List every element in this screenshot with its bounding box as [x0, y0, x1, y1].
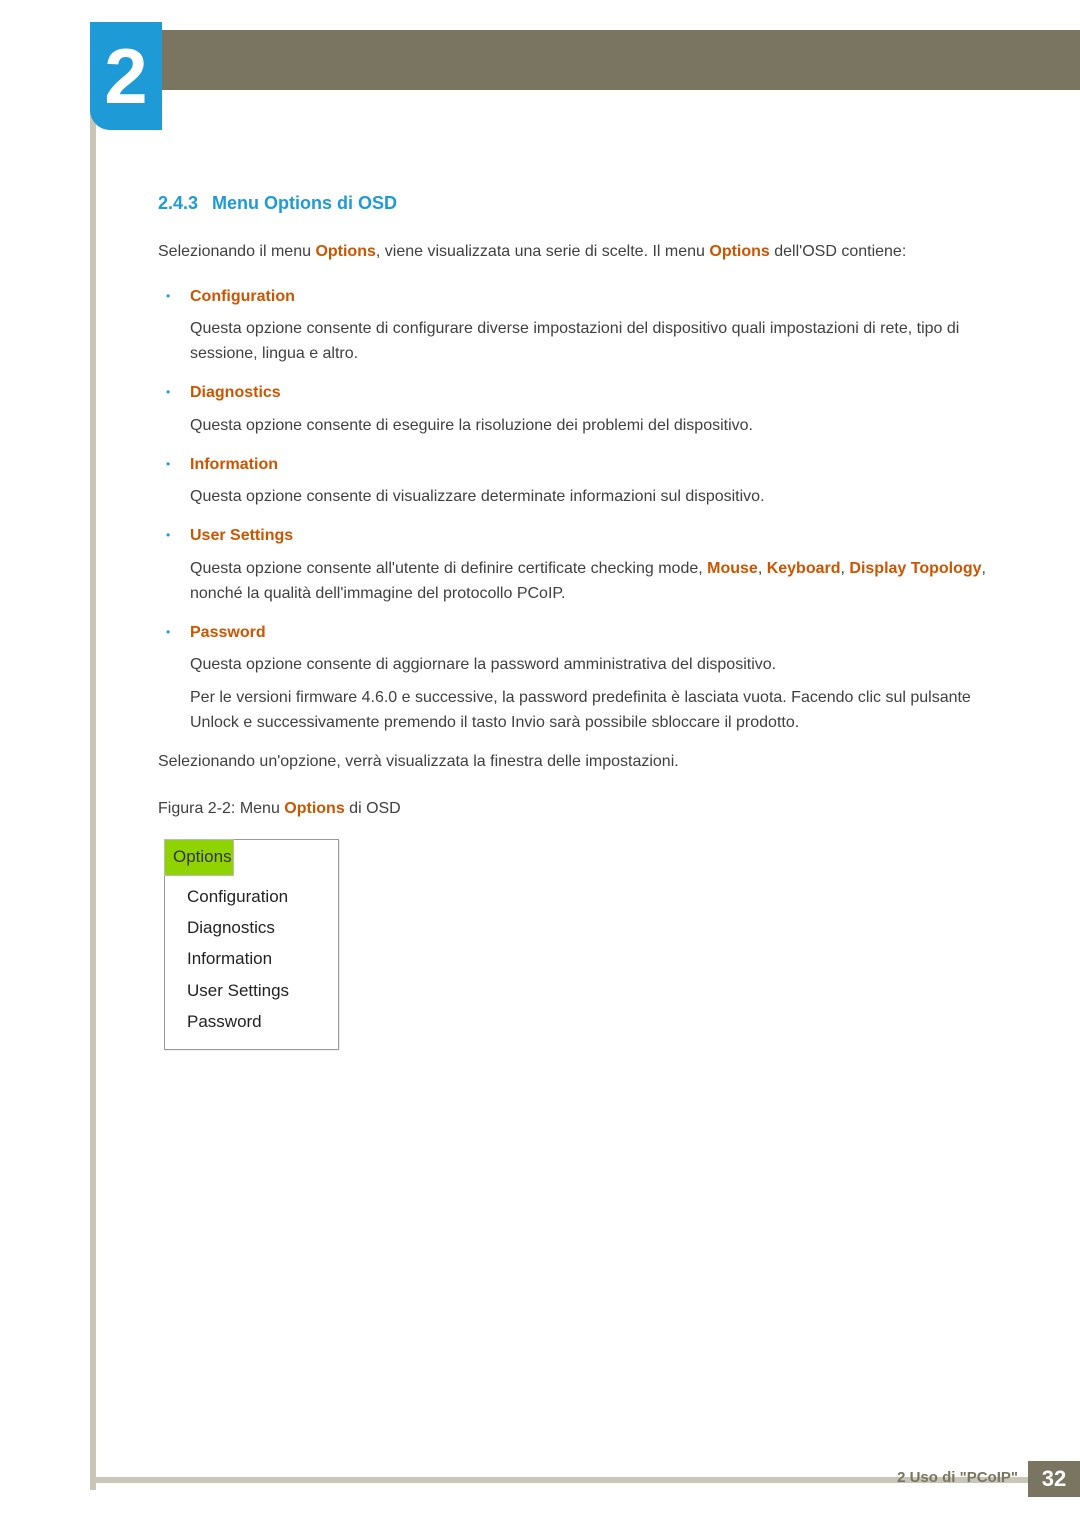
- chapter-number: 2: [104, 31, 147, 122]
- bullet-title: User Settings: [190, 524, 990, 549]
- chapter-tab: 2: [90, 22, 162, 130]
- menu-item-user-settings: User Settings: [165, 976, 338, 1007]
- menu-item-password: Password: [165, 1007, 338, 1038]
- left-stripe: [90, 30, 96, 1490]
- bullet-title: Diagnostics: [190, 381, 990, 406]
- us-pre: Questa opzione consente all'utente di de…: [190, 560, 707, 577]
- options-menu-figure: Options Configuration Diagnostics Inform…: [164, 839, 339, 1049]
- us-keyboard: Keyboard: [767, 560, 841, 577]
- footer-page-block: 32: [1028, 1461, 1080, 1497]
- us-mouse: Mouse: [707, 560, 758, 577]
- us-sep1: ,: [758, 560, 767, 577]
- intro-mid: , viene visualizzata una serie di scelte…: [376, 243, 710, 260]
- intro-paragraph: Selezionando il menu Options, viene visu…: [158, 240, 990, 265]
- section-number: 2.4.3: [158, 193, 198, 213]
- menu-header: Options: [164, 839, 234, 875]
- bullet-diagnostics: Diagnostics Questa opzione consente di e…: [158, 381, 990, 439]
- bullet-desc: Questa opzione consente di configurare d…: [190, 317, 990, 367]
- bullet-desc: Questa opzione consente di visualizzare …: [190, 485, 990, 510]
- figcap-post: di OSD: [345, 800, 401, 817]
- us-display-topology: Display Topology: [849, 560, 981, 577]
- bullet-information: Information Questa opzione consente di v…: [158, 453, 990, 511]
- menu-item-information: Information: [165, 944, 338, 975]
- bullet-configuration: Configuration Questa opzione consente di…: [158, 285, 990, 367]
- intro-options-1: Options: [315, 243, 375, 260]
- chapter-title: Uso di "PCoIP": [195, 40, 412, 74]
- menu-item-configuration: Configuration: [165, 882, 338, 913]
- bullet-title: Information: [190, 453, 990, 478]
- bullet-desc: Questa opzione consente di eseguire la r…: [190, 414, 990, 439]
- bullet-desc: Questa opzione consente all'utente di de…: [190, 557, 990, 607]
- bullet-title: Configuration: [190, 285, 990, 310]
- figcap-orange: Options: [284, 800, 344, 817]
- section-heading: 2.4.3 Menu Options di OSD: [158, 190, 990, 218]
- figure-caption: Figura 2-2: Menu Options di OSD: [158, 797, 990, 822]
- intro-pre: Selezionando il menu: [158, 243, 315, 260]
- bullet-user-settings: User Settings Questa opzione consente al…: [158, 524, 990, 606]
- footer: 2 Uso di "PCoIP" 32: [0, 1461, 1080, 1497]
- bullet-password: Password Questa opzione consente di aggi…: [158, 621, 990, 736]
- intro-post: dell'OSD contiene:: [770, 243, 906, 260]
- bullet-list: Configuration Questa opzione consente di…: [158, 285, 990, 736]
- bullet-desc-2: Per le versioni firmware 4.6.0 e success…: [190, 686, 990, 736]
- bullet-desc: Questa opzione consente di aggiornare la…: [190, 653, 990, 678]
- footer-page-number: 32: [1042, 1466, 1066, 1492]
- figcap-pre: Figura 2-2: Menu: [158, 800, 284, 817]
- content-area: 2.4.3 Menu Options di OSD Selezionando il…: [158, 190, 990, 1050]
- intro-options-2: Options: [709, 243, 769, 260]
- after-list-paragraph: Selezionando un'opzione, verrà visualizz…: [158, 750, 990, 775]
- footer-label: 2 Uso di "PCoIP": [897, 1469, 1018, 1486]
- menu-item-diagnostics: Diagnostics: [165, 913, 338, 944]
- bullet-title: Password: [190, 621, 990, 646]
- section-title: Menu Options di OSD: [212, 193, 397, 213]
